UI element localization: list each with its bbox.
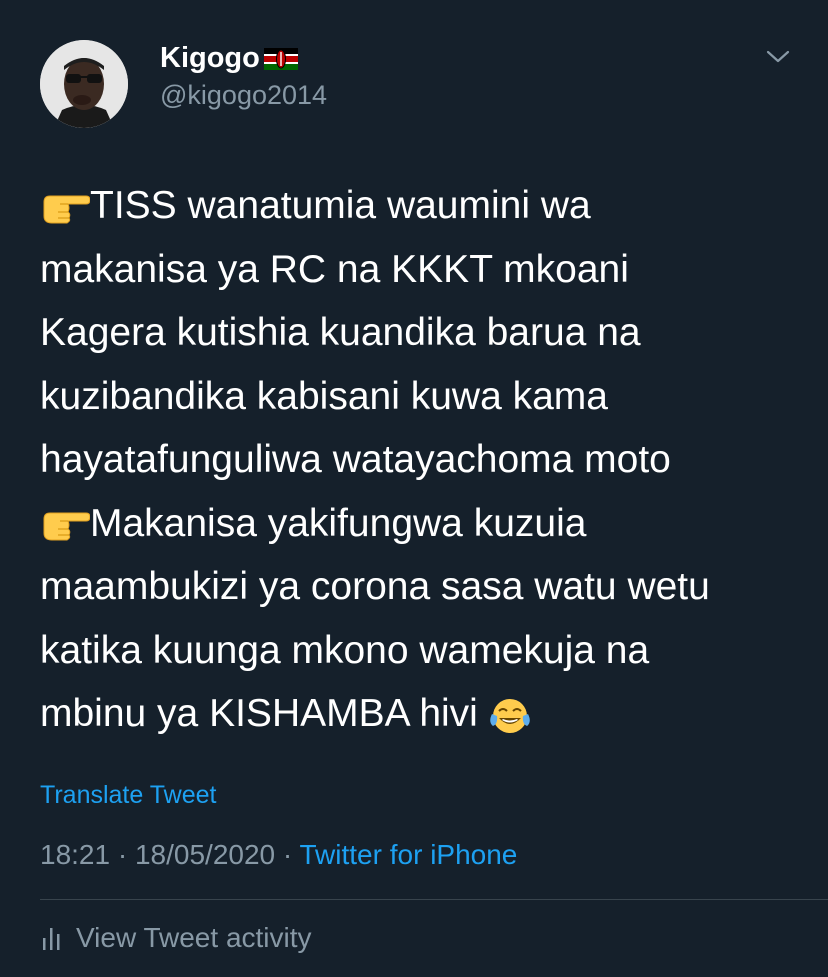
tweet-line: katika kuunga mkono wamekuja na	[40, 628, 650, 672]
tweet-line: Kagera kutishia kuandika barua na	[40, 311, 641, 354]
view-tweet-activity-button[interactable]: View Tweet activity	[40, 922, 312, 954]
avatar-image	[40, 40, 128, 128]
tweet-line: Makanisa yakifungwa kuzuia	[40, 492, 810, 556]
tweet-date: 18/05/2020	[134, 839, 276, 870]
translate-tweet-link[interactable]: Translate Tweet	[40, 781, 216, 810]
tweet-menu-button[interactable]	[764, 46, 792, 68]
face-with-tears-of-joy-emoji	[489, 698, 530, 733]
tweet-time: 18:21	[40, 839, 111, 870]
tweet-line: kuzibandika kabisani kuwa kama	[40, 374, 608, 418]
tweet-line: maambukizi ya corona sasa watu wetu	[40, 565, 710, 608]
meta-separator: ·	[110, 839, 135, 870]
bar-chart-icon	[43, 928, 60, 950]
view-tweet-activity-label: View Tweet activity	[76, 922, 312, 953]
tweet-line: hayatafunguliwa watayachoma moto	[40, 438, 671, 481]
backhand-index-pointing-right-emoji	[43, 512, 90, 541]
kenya-flag-icon	[263, 47, 298, 70]
display-name-text: Kigogo	[160, 42, 260, 74]
tweet-line: TISS wanatumia waumini wa	[40, 174, 810, 238]
tweet-line-text: mbinu ya KISHAMBA hivi	[40, 692, 489, 735]
chevron-down-icon	[766, 50, 790, 63]
tweet-text: TISS wanatumia waumini wa makanisa ya RC…	[40, 174, 810, 746]
tweet-meta: 18:21 · 18/05/2020 · Twitter for iPhone	[40, 839, 517, 871]
meta-separator: ·	[275, 839, 300, 870]
avatar[interactable]	[40, 40, 128, 128]
tweet-line-text: TISS wanatumia waumini wa	[90, 184, 591, 227]
tweet-line: makanisa ya RC na KKKT mkoani	[40, 247, 629, 291]
backhand-index-pointing-right-emoji	[43, 195, 90, 224]
display-name[interactable]: Kigogo	[160, 42, 298, 75]
user-handle[interactable]: @kigogo2014	[160, 80, 327, 111]
tweet-line-text: Makanisa yakifungwa kuzuia	[90, 501, 587, 545]
divider	[40, 899, 828, 900]
tweet-source-link[interactable]: Twitter for iPhone	[300, 839, 518, 870]
tweet-line: mbinu ya KISHAMBA hivi	[40, 682, 810, 746]
